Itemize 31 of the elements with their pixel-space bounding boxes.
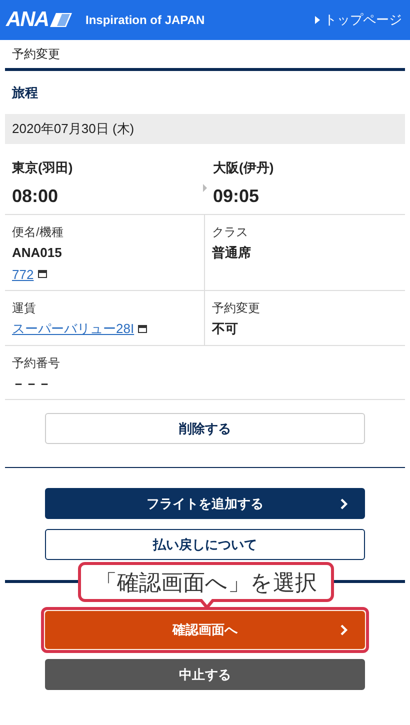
detail-value: －－－ xyxy=(12,374,51,392)
section-title: 旅程 xyxy=(10,84,39,102)
departure-city: 東京(羽田) xyxy=(12,159,74,177)
top-page-link[interactable]: トップページ xyxy=(315,10,402,30)
detail-label: 便名/機種 xyxy=(12,224,64,241)
window-icon xyxy=(38,270,47,278)
breadcrumb: 予約変更 xyxy=(11,46,61,63)
stripe-icon xyxy=(50,13,72,27)
detail-label: クラス xyxy=(212,224,248,241)
triangle-icon xyxy=(315,16,320,24)
detail-value: 不可 xyxy=(212,320,238,338)
triangle-icon xyxy=(203,184,207,192)
departure-time: 08:00 xyxy=(12,184,60,208)
action-button[interactable]: 払い戻しについて xyxy=(45,529,365,560)
detail-label: 予約変更 xyxy=(212,300,260,317)
tagline: Inspiration of JAPAN xyxy=(86,12,205,29)
arrival-city: 大阪(伊丹) xyxy=(213,159,274,177)
detail-link[interactable]: スーパーバリュー28I xyxy=(12,319,134,338)
arrival-time: 09:05 xyxy=(213,184,260,208)
date-bar: 2020年07月30日 (木) xyxy=(5,114,405,144)
detail-link[interactable]: 772 xyxy=(12,264,34,284)
action-button[interactable]: 確認画面へ xyxy=(45,611,365,649)
logo[interactable]: ANA xyxy=(6,4,72,36)
detail-value: 普通席 xyxy=(212,244,251,262)
action-button[interactable]: フライトを追加する xyxy=(45,488,365,519)
action-button[interactable]: 中止する xyxy=(45,659,365,690)
window-icon xyxy=(138,324,148,333)
detail-label: 予約番号 xyxy=(12,354,60,372)
delete-button[interactable]: 削除する xyxy=(45,413,365,444)
detail-value: ANA015 xyxy=(12,244,62,262)
detail-label: 運賃 xyxy=(12,300,36,317)
